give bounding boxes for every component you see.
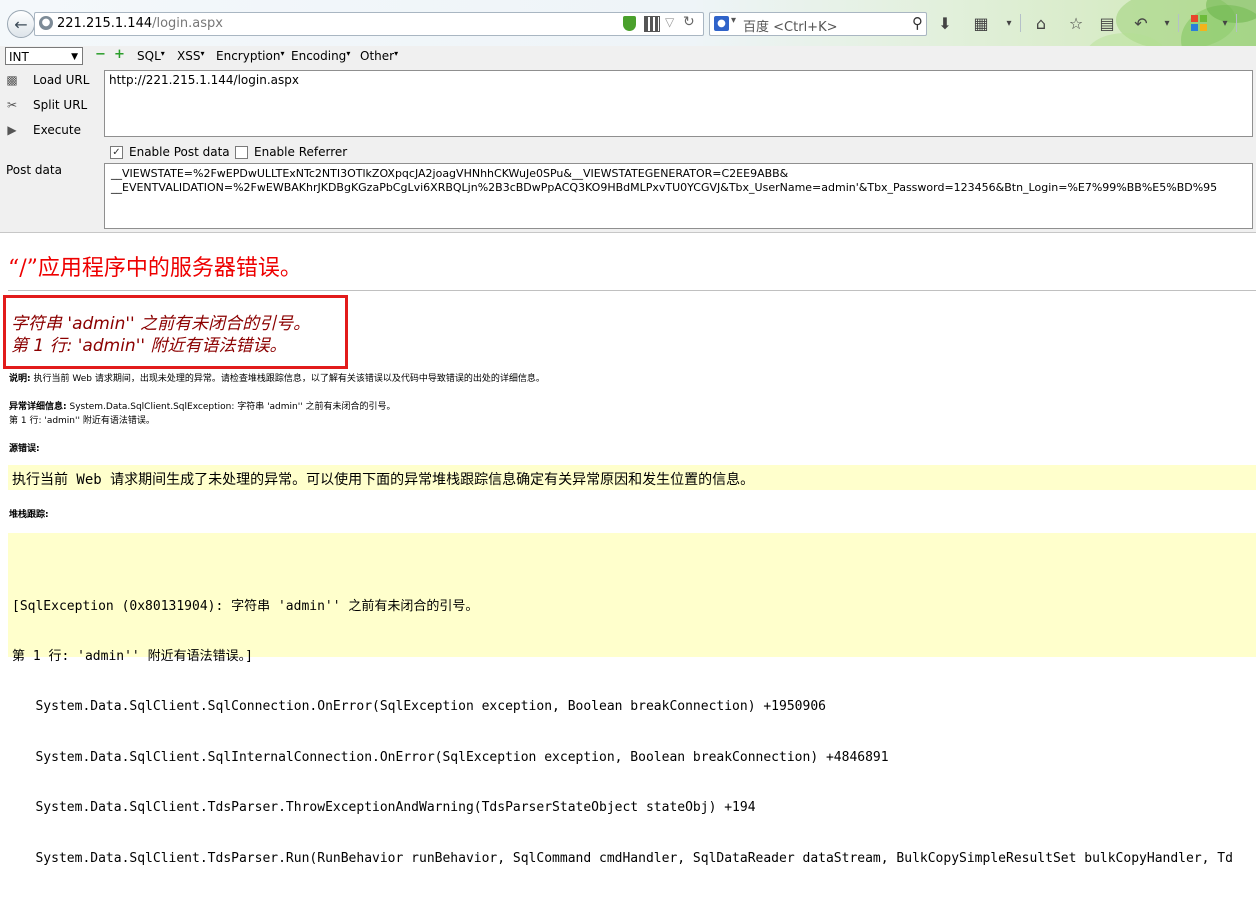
enable-referrer-checkbox[interactable]: Enable Referrer	[235, 145, 347, 159]
search-bar[interactable]: ● ▾ 百度 <Ctrl+K> ⚲	[709, 12, 927, 36]
menu-xss-label: XSS	[177, 49, 201, 63]
execute-button[interactable]: ▶ Execute	[4, 120, 81, 140]
download-icon[interactable]: ⬇	[934, 12, 956, 34]
error-message-line2: 第 1 行: 'admin'' 附近有语法错误。	[11, 336, 287, 356]
menu-other-label: Other	[360, 49, 395, 63]
caret-down-icon: ▾	[200, 49, 205, 58]
search-icon[interactable]: ⚲	[912, 14, 923, 32]
undo-icon[interactable]: ↶	[1130, 12, 1152, 34]
description-row: 说明: 执行当前 Web 请求期间，出现未处理的异常。请检查堆栈跟踪信息，以了解…	[9, 371, 545, 384]
stack-trace-text: [SqlException (0x80131904): 字符串 'admin''…	[12, 565, 1233, 901]
menu-encoding-label: Encoding	[291, 49, 347, 63]
menu-other[interactable]: Other▾	[360, 49, 398, 63]
execute-label: Execute	[33, 123, 81, 137]
enable-referrer-label: Enable Referrer	[254, 145, 348, 159]
history-dropdown-icon[interactable]: ▽	[665, 15, 674, 29]
stack-trace-line: System.Data.SqlClient.TdsParser.ThrowExc…	[12, 800, 756, 816]
toolbar-separator	[1236, 14, 1237, 32]
toolbar-separator	[1178, 14, 1179, 32]
windows-dropdown-icon[interactable]: ▾	[1214, 12, 1236, 34]
post-data-line: __EVENTVALIDATION=%2FwEWBAKhrJKDBgKGzaPb…	[111, 181, 1218, 194]
windows-icon[interactable]	[1188, 12, 1210, 34]
plus-icon[interactable]: +	[114, 48, 125, 62]
menu-encoding[interactable]: Encoding▾	[291, 49, 350, 63]
caret-down-icon: ▾	[394, 49, 399, 58]
source-error-text: 执行当前 Web 请求期间生成了未处理的异常。可以使用下面的异常堆栈跟踪信息确定…	[12, 472, 755, 488]
caret-down-icon: ▾	[280, 49, 285, 58]
divider	[8, 290, 1256, 291]
refresh-icon[interactable]: ↻	[683, 14, 695, 30]
arrow-left-icon: ←	[14, 14, 28, 34]
stack-trace-line: System.Data.SqlClient.SqlInternalConnect…	[12, 749, 889, 765]
url-path: /login.aspx	[152, 16, 223, 31]
address-bar[interactable]: ● 221.215.1.144/login.aspx ▽ ↻	[34, 12, 704, 36]
search-input[interactable]: 百度 <Ctrl+K>	[743, 16, 838, 35]
shield-icon[interactable]	[623, 16, 636, 31]
stack-trace-line: 第 1 行: 'admin'' 附近有语法错误。]	[12, 648, 253, 664]
split-url-label: Split URL	[33, 98, 88, 112]
screenshot-dropdown-icon[interactable]: ▾	[998, 12, 1020, 34]
type-select[interactable]: INT ▼	[5, 47, 83, 65]
back-button[interactable]: ←	[7, 10, 35, 38]
url-textarea[interactable]: http://221.215.1.144/login.aspx	[104, 70, 1253, 137]
menu-encryption[interactable]: Encryption▾	[216, 49, 284, 63]
address-text[interactable]: 221.215.1.144/login.aspx	[57, 16, 223, 31]
enable-post-checkbox[interactable]: ✓ Enable Post data	[110, 145, 230, 159]
globe-icon: ●	[39, 16, 53, 30]
load-url-label: Load URL	[33, 73, 90, 87]
stack-trace-line: System.Data.SqlClient.TdsParser.Run(RunB…	[12, 850, 1233, 866]
stack-trace-label: 堆栈跟踪:	[9, 510, 49, 520]
description-label: 说明:	[9, 374, 31, 384]
search-engine-name: 百度	[743, 20, 770, 35]
type-select-value: INT	[9, 50, 29, 64]
baidu-paw-icon[interactable]: ●	[714, 16, 729, 31]
browser-toolbar: ← ● 221.215.1.144/login.aspx ▽ ↻ ● ▾ 百度 …	[0, 0, 1256, 77]
split-url-button[interactable]: ✂ Split URL	[4, 95, 87, 115]
search-placeholder: <Ctrl+K>	[773, 20, 838, 35]
bookmark-star-icon[interactable]: ☆	[1065, 12, 1087, 34]
post-data-textarea[interactable]: __VIEWSTATE=%2FwEPDwULLTExNTc2NTI3OTlkZO…	[104, 163, 1253, 229]
caret-down-icon: ▾	[160, 49, 165, 58]
menu-encryption-label: Encryption	[216, 49, 281, 63]
chevron-down-icon: ▼	[71, 52, 78, 62]
menu-sql-label: SQL	[137, 49, 161, 63]
checkbox-checked-icon: ✓	[110, 145, 123, 159]
page-title: “/”应用程序中的服务器错误。	[8, 256, 302, 281]
stack-trace-line: System.Data.SqlClient.SqlConnection.OnEr…	[12, 699, 826, 715]
minus-icon[interactable]: −	[95, 48, 106, 62]
source-error-label: 源错误:	[9, 444, 40, 454]
exception-details-label: 异常详细信息:	[9, 402, 67, 412]
url-host: 221.215.1.144	[57, 16, 153, 31]
error-page: “/”应用程序中的服务器错误。 字符串 'admin'' 之前有未闭合的引号。 …	[0, 233, 1256, 866]
menu-sql[interactable]: SQL▾	[137, 49, 165, 63]
caret-down-icon: ▾	[346, 49, 351, 58]
stack-trace-line: [SqlException (0x80131904): 字符串 'admin''…	[12, 598, 479, 614]
hackbar-panel: INT ▼ − + SQL▾ XSS▾ Encryption▾ Encoding…	[0, 46, 1256, 233]
description-text: 执行当前 Web 请求期间，出现未处理的异常。请检查堆栈跟踪信息，以了解有关该错…	[33, 374, 545, 384]
exception-details-row: 异常详细信息: System.Data.SqlClient.SqlExcepti…	[9, 399, 396, 412]
home-icon[interactable]: ⌂	[1030, 12, 1052, 34]
load-url-button[interactable]: ▩ Load URL	[4, 70, 89, 90]
search-engine-dropdown-icon[interactable]: ▾	[731, 15, 736, 26]
exception-details-text: System.Data.SqlClient.SqlException: 字符串 …	[69, 402, 396, 412]
source-error-row: 源错误:	[9, 441, 40, 454]
toolbar-separator	[1020, 14, 1021, 32]
menu-xss[interactable]: XSS▾	[177, 49, 204, 63]
qr-code-icon[interactable]	[644, 16, 660, 32]
undo-dropdown-icon[interactable]: ▾	[1156, 12, 1178, 34]
source-error-box: 执行当前 Web 请求期间生成了未处理的异常。可以使用下面的异常堆栈跟踪信息确定…	[8, 465, 1256, 490]
post-data-line: __VIEWSTATE=%2FwEPDwULLTExNTc2NTI3OTlkZO…	[111, 167, 789, 180]
post-data-label: Post data	[6, 163, 62, 177]
stack-trace-box: [SqlException (0x80131904): 字符串 'admin''…	[8, 533, 1256, 866]
exception-details-line2: 第 1 行: 'admin'' 附近有语法错误。	[9, 416, 155, 426]
stack-trace-row: 堆栈跟踪:	[9, 507, 49, 520]
bookmarks-list-icon[interactable]: ▤	[1096, 12, 1118, 34]
load-url-icon: ▩	[6, 73, 18, 87]
scissors-icon: ✂	[6, 98, 18, 112]
enable-post-label: Enable Post data	[129, 145, 230, 159]
checkbox-unchecked-icon	[235, 145, 248, 159]
screenshot-icon[interactable]: ▦	[970, 12, 992, 34]
play-icon: ▶	[7, 123, 17, 137]
